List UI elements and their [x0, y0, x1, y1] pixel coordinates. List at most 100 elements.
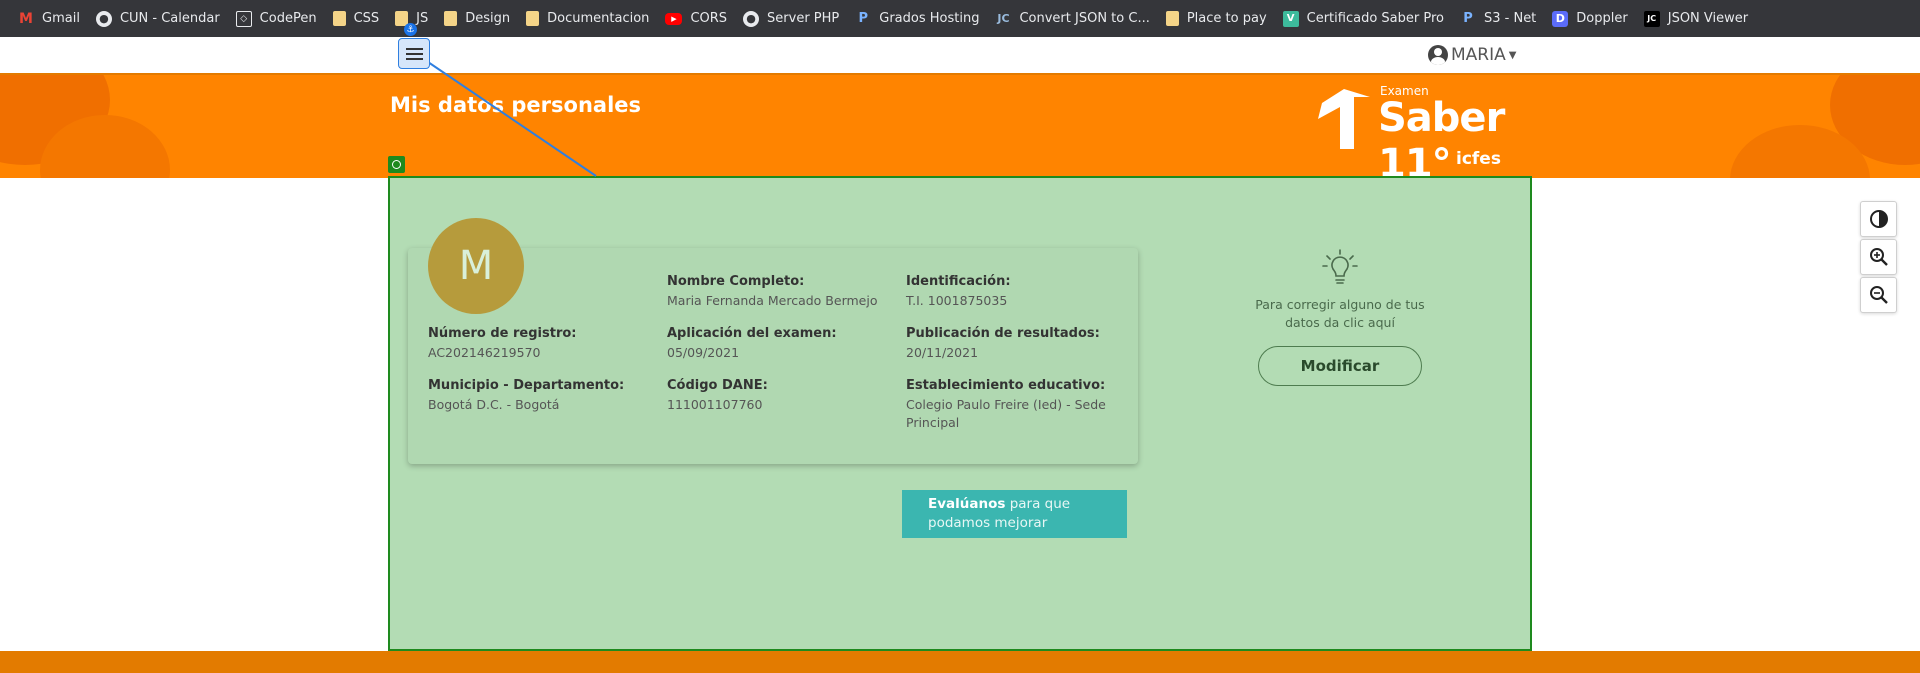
globe-icon: ●	[95, 10, 112, 27]
bookmark-label: CSS	[353, 11, 380, 26]
bookmark-certificado-saber-pro[interactable]: V Certificado Saber Pro	[1277, 5, 1454, 33]
bookmark-label: Grados Hosting	[879, 11, 980, 26]
bookmark-label: JS	[416, 11, 429, 26]
correction-tip: Para corregir alguno de tus datos da cli…	[1240, 248, 1440, 332]
bookmarks-bar: M Gmail ● CUN - Calendar ◇ CodePen CSS JS D…	[0, 0, 1920, 37]
modify-button[interactable]: Modificar	[1258, 346, 1422, 386]
bookmark-convert-json[interactable]: JC Convert JSON to C...	[989, 5, 1159, 33]
bookmark-label: CUN - Calendar	[119, 11, 220, 26]
zoom-in-button[interactable]	[1860, 239, 1897, 275]
user-circle-icon	[1428, 45, 1448, 65]
bookmark-s3-net[interactable]: P S3 - Net	[1454, 5, 1546, 33]
bookmark-label: S3 - Net	[1483, 11, 1537, 26]
menu-line	[405, 52, 423, 55]
folder-icon	[332, 11, 346, 26]
bookmark-label: Convert JSON to C...	[1019, 11, 1150, 26]
logo-icfes: icfes	[1456, 149, 1501, 169]
field-value: AC202146219570	[428, 345, 541, 360]
youtube-icon: ▶	[665, 12, 683, 25]
bookmark-label: Documentacion	[547, 11, 650, 26]
field-value: 111001107760	[667, 397, 763, 412]
avatar: M	[428, 218, 524, 314]
field-aplicacion: Aplicación del examen: 05/09/2021	[667, 326, 887, 362]
field-establecimiento: Establecimiento educativo: Colegio Paulo…	[906, 378, 1126, 432]
bookmark-codepen[interactable]: ◇ CodePen	[230, 5, 327, 33]
accessibility-tools	[1860, 201, 1897, 315]
bookmark-label: Server PHP	[767, 11, 840, 26]
field-value: Colegio Paulo Freire (Ied) - Sede Princi…	[906, 397, 1106, 430]
field-label: Municipio - Departamento:	[428, 378, 625, 393]
p-icon: P	[858, 11, 869, 26]
bookmark-label: JSON Viewer	[1667, 11, 1749, 26]
folder-icon	[444, 11, 458, 26]
jc-icon: JC	[1643, 10, 1660, 27]
codepen-icon: ◇	[235, 10, 252, 27]
bookmark-label: Certificado Saber Pro	[1306, 11, 1444, 26]
bookmark-label: Place to pay	[1186, 11, 1267, 26]
field-nombre: Nombre Completo: Maria Fernanda Mercado …	[667, 274, 887, 310]
zoom-out-icon	[1869, 286, 1888, 304]
target-icon	[388, 156, 405, 173]
bookmark-design[interactable]: Design	[438, 5, 520, 33]
bookmark-cun-calendar[interactable]: ● CUN - Calendar	[90, 5, 230, 33]
user-menu[interactable]: MARIA ▼	[1428, 45, 1516, 65]
evaluate-us-button[interactable]: Evalúanos para que podamos mejorar	[902, 490, 1127, 538]
field-label: Aplicación del examen:	[667, 326, 837, 341]
folder-icon	[526, 11, 540, 26]
p-icon: P	[1463, 11, 1473, 26]
field-publicacion: Publicación de resultados: 20/11/2021	[906, 326, 1126, 362]
bookmark-place-to-pay[interactable]: Place to pay	[1160, 5, 1277, 33]
anchor-icon: ⚓	[404, 23, 417, 36]
contrast-icon	[1869, 210, 1888, 228]
footer-bar	[0, 651, 1920, 673]
field-value: T.I. 1001875035	[906, 293, 1008, 308]
globe-icon: ●	[743, 10, 760, 27]
bookmark-gmail[interactable]: M Gmail	[12, 5, 90, 33]
contrast-button[interactable]	[1860, 201, 1897, 237]
personal-data-card: M Nombre Completo: Maria Fernanda Mercad…	[408, 218, 1138, 464]
bookmark-server-php[interactable]: ● Server PHP	[737, 5, 849, 33]
bookmark-documentacion[interactable]: Documentacion	[520, 5, 659, 33]
gmail-icon: M	[19, 10, 33, 27]
saber-logo-mark	[1318, 89, 1370, 149]
field-municipio: Municipio - Departamento: Bogotá D.C. - …	[428, 378, 648, 414]
evaluate-bold: Evalúanos	[928, 496, 1006, 512]
field-label: Código DANE:	[667, 378, 768, 393]
zoom-in-icon	[1869, 248, 1888, 266]
field-value: 20/11/2021	[906, 345, 979, 360]
field-value: Maria Fernanda Mercado Bermejo	[667, 293, 878, 308]
bookmark-label: Gmail	[42, 11, 80, 26]
field-identificacion: Identificación: T.I. 1001875035	[906, 274, 1126, 310]
field-label: Publicación de resultados:	[906, 326, 1100, 341]
field-label: Número de registro:	[428, 326, 577, 341]
menu-line	[405, 47, 423, 50]
bookmark-label: CodePen	[259, 11, 317, 26]
page-title: Mis datos personales	[390, 93, 642, 117]
field-label: Identificación:	[906, 274, 1011, 289]
menu-line	[405, 57, 423, 60]
bookmark-label: CORS	[690, 11, 728, 26]
folder-icon	[1165, 11, 1179, 26]
top-navbar: MARIA ▼	[0, 37, 1920, 75]
personal-data-section: M Nombre Completo: Maria Fernanda Mercad…	[388, 176, 1532, 651]
bookmark-css[interactable]: CSS	[327, 5, 390, 33]
field-value: 05/09/2021	[667, 345, 740, 360]
bookmark-label: Doppler	[1576, 11, 1628, 26]
field-dane: Código DANE: 111001107760	[667, 378, 887, 414]
bookmark-cors[interactable]: ▶ CORS	[659, 5, 737, 33]
saber-11-logo: Examen Saber 11° icfes	[1318, 83, 1534, 178]
bookmark-label: Design	[465, 11, 511, 26]
user-name: MARIA	[1451, 45, 1506, 65]
bookmark-grados-hosting[interactable]: P Grados Hosting	[849, 5, 989, 33]
doppler-icon: D	[1552, 10, 1569, 27]
field-label: Nombre Completo:	[667, 274, 805, 289]
bookmark-json-viewer[interactable]: JC JSON Viewer	[1638, 5, 1758, 33]
caret-down-icon: ▼	[1508, 49, 1517, 61]
field-value: Bogotá D.C. - Bogotá	[428, 397, 560, 412]
tip-text: Para corregir alguno de tus datos da cli…	[1255, 297, 1425, 330]
bookmark-doppler[interactable]: D Doppler	[1546, 5, 1637, 33]
zoom-out-button[interactable]	[1860, 277, 1897, 313]
header-banner: Mis datos personales Examen Saber 11° ic…	[0, 75, 1920, 178]
hamburger-menu-button[interactable]	[398, 38, 430, 69]
lightbulb-icon	[1322, 249, 1358, 284]
